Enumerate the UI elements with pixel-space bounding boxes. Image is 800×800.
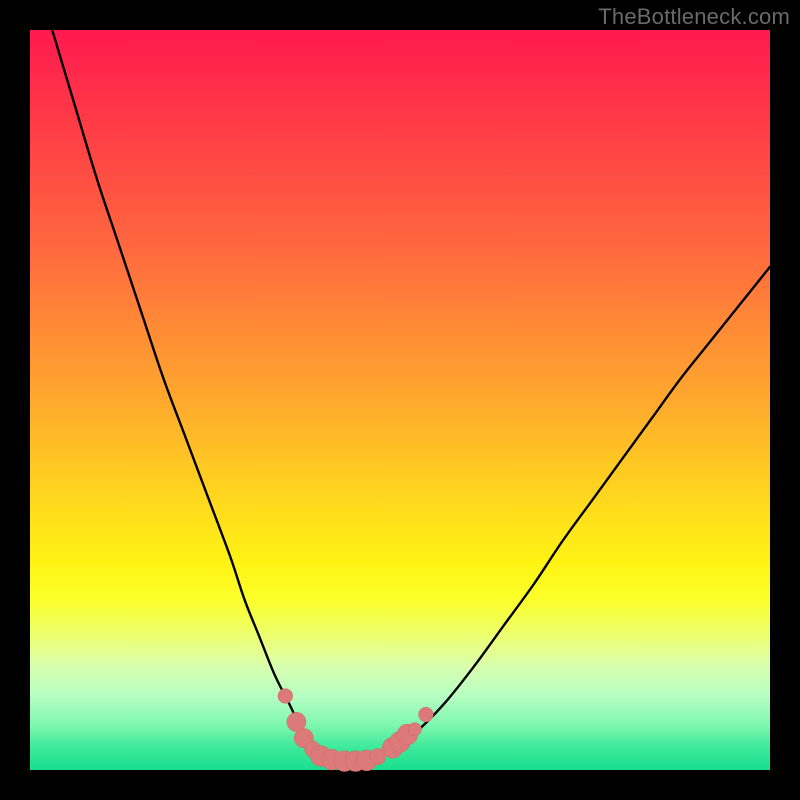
chart-frame: TheBottleneck.com [0,0,800,800]
curve-marker [419,707,434,722]
curve-markers [278,689,433,772]
bottleneck-curve [52,30,770,762]
curve-marker [408,723,421,736]
curve-marker [278,689,293,704]
curve-layer [30,30,770,770]
plot-area [30,30,770,770]
watermark-text: TheBottleneck.com [598,4,790,30]
